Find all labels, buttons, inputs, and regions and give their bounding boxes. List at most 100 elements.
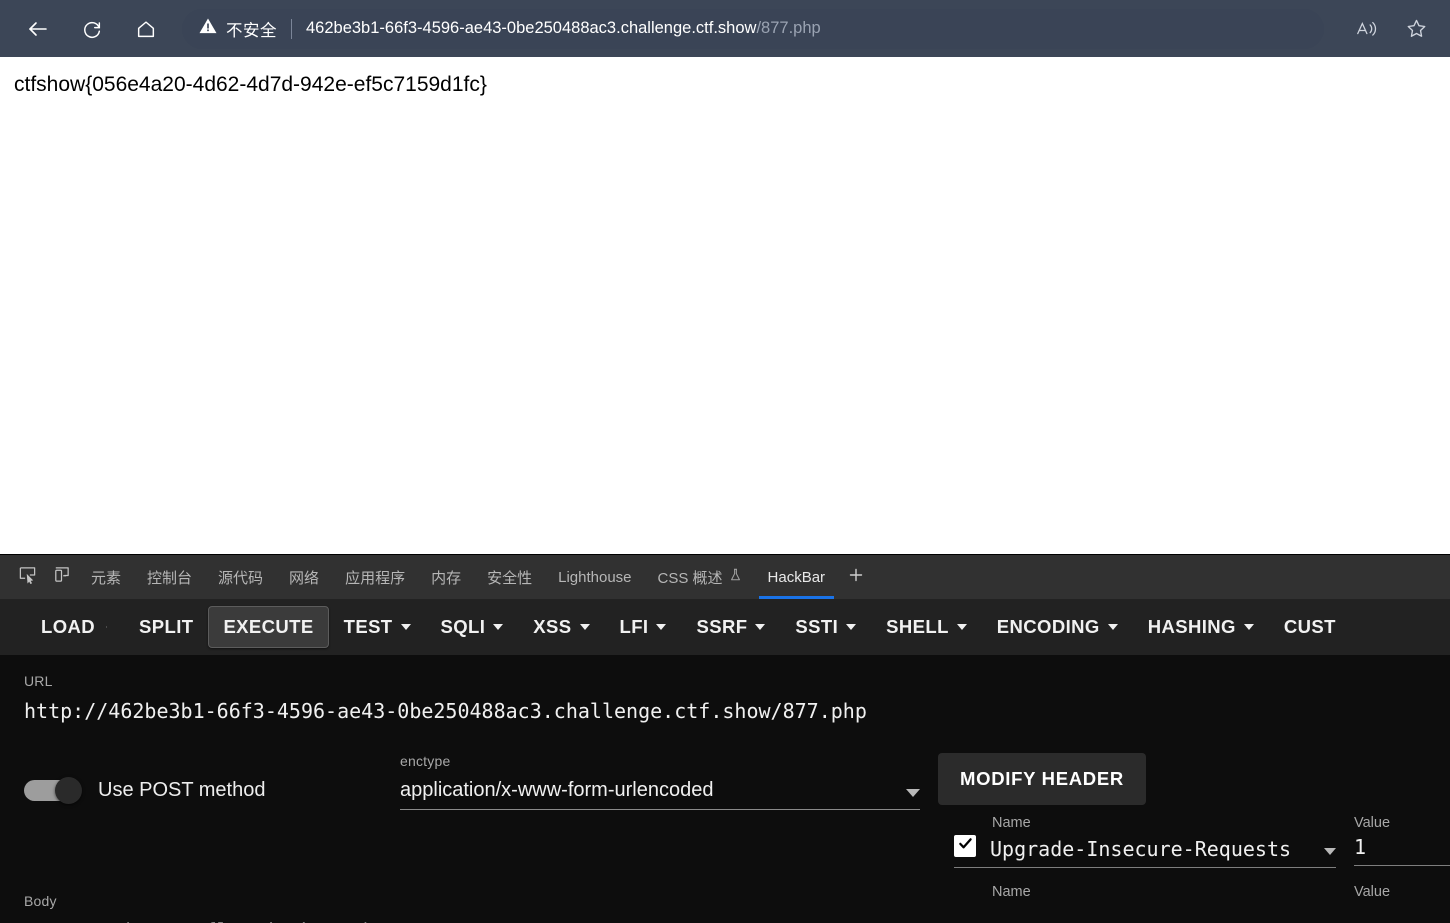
header-row: Upgrade-Insecure-Requests bbox=[954, 835, 1336, 868]
enctype-group: enctype application/x-www-form-urlencode… bbox=[400, 753, 920, 810]
address-divider bbox=[291, 18, 292, 39]
url-field-label: URL bbox=[24, 673, 53, 689]
chevron-down-icon bbox=[1107, 624, 1118, 630]
request-options-row: Use POST method enctype application/x-ww… bbox=[0, 753, 1450, 900]
tab-label: Lighthouse bbox=[558, 568, 632, 586]
security-status[interactable]: 不安全 bbox=[198, 16, 277, 41]
hackbar-shell-button[interactable]: SHELL bbox=[871, 606, 982, 648]
url-text[interactable]: 462be3b1-66f3-4596-ae43-0be250488ac3.cha… bbox=[306, 19, 821, 38]
tab-security[interactable]: 安全性 bbox=[474, 555, 545, 599]
warning-triangle-icon bbox=[198, 16, 218, 41]
button-label: SSRF bbox=[696, 616, 748, 637]
button-label: CUST bbox=[1283, 616, 1336, 637]
hackbar-lfi-button[interactable]: LFI bbox=[605, 606, 682, 648]
header-value-column-label: Value bbox=[1354, 884, 1391, 900]
headers-table: Name Upgrade-Insecure-Requests Value 1 bbox=[938, 815, 1450, 868]
hackbar-custom-button[interactable]: CUST bbox=[1269, 606, 1351, 648]
use-post-method-toggle[interactable] bbox=[24, 777, 82, 804]
chevron-down-icon bbox=[906, 789, 920, 797]
header-name-column-label: Name bbox=[992, 815, 1031, 831]
toggle-knob bbox=[55, 777, 82, 804]
header-enabled-checkbox[interactable] bbox=[954, 835, 976, 857]
reload-button[interactable] bbox=[72, 9, 112, 49]
hackbar-toolbar: LOAD SPLIT EXECUTE TEST SQLI XSS LFI SSR… bbox=[0, 599, 1450, 655]
device-toolbar-button[interactable] bbox=[44, 555, 78, 599]
enctype-label: enctype bbox=[400, 753, 451, 769]
hackbar-load-button[interactable]: LOAD bbox=[26, 606, 110, 648]
inspect-element-button[interactable] bbox=[10, 555, 44, 599]
tab-hackbar[interactable]: HackBar bbox=[755, 555, 839, 599]
chevron-down-icon[interactable] bbox=[1324, 848, 1336, 855]
add-tab-button[interactable] bbox=[838, 555, 874, 599]
tab-label: HackBar bbox=[767, 568, 826, 586]
tab-application[interactable]: 应用程序 bbox=[332, 555, 418, 599]
back-button[interactable] bbox=[18, 9, 58, 49]
button-label: EXECUTE bbox=[223, 616, 314, 637]
home-button[interactable] bbox=[126, 9, 166, 49]
body-field-group: Body 1=system('cat /flag_is_here'); bbox=[24, 893, 918, 923]
url-field-group: URL http://462be3b1-66f3-4596-ae43-0be25… bbox=[0, 673, 1450, 723]
reload-icon bbox=[81, 18, 103, 40]
hackbar-test-button[interactable]: TEST bbox=[329, 606, 426, 648]
tab-css-overview[interactable]: CSS 概述 bbox=[645, 555, 755, 599]
favorite-button[interactable] bbox=[1396, 9, 1436, 49]
tab-label: 安全性 bbox=[487, 569, 533, 587]
tab-label: 源代码 bbox=[218, 569, 264, 587]
tab-label: 内存 bbox=[431, 569, 462, 587]
header-name-column: Name Upgrade-Insecure-Requests bbox=[954, 815, 1336, 868]
body-input[interactable]: 1=system('cat /flag_is_here'); bbox=[24, 919, 918, 923]
star-icon bbox=[1405, 17, 1428, 40]
enctype-value: application/x-www-form-urlencoded bbox=[400, 779, 714, 801]
post-method-group: Use POST method bbox=[24, 753, 400, 804]
tab-label: 网络 bbox=[289, 569, 320, 587]
hackbar-sqli-button[interactable]: SQLI bbox=[426, 606, 519, 648]
hackbar-split-button[interactable]: SPLIT bbox=[124, 606, 208, 648]
hackbar-xss-button[interactable]: XSS bbox=[518, 606, 604, 648]
hackbar-hashing-button[interactable]: HASHING bbox=[1133, 606, 1269, 648]
button-label: SHELL bbox=[886, 616, 949, 637]
chevron-down-icon bbox=[846, 624, 857, 630]
modify-header-button[interactable]: MODIFY HEADER bbox=[938, 753, 1146, 805]
read-aloud-button[interactable] bbox=[1346, 9, 1386, 49]
page-viewport: ctfshow{056e4a20-4d62-4d7d-942e-ef5c7159… bbox=[0, 57, 1450, 554]
chevron-down-icon bbox=[755, 624, 766, 630]
hackbar-load-dropdown[interactable] bbox=[106, 618, 122, 636]
enctype-select[interactable]: application/x-www-form-urlencoded bbox=[400, 779, 920, 810]
hackbar-execute-button[interactable]: EXECUTE bbox=[208, 606, 329, 648]
plus-icon bbox=[847, 566, 865, 589]
body-field-label: Body bbox=[24, 893, 57, 909]
tab-console[interactable]: 控制台 bbox=[134, 555, 205, 599]
inspect-element-icon bbox=[18, 565, 37, 589]
header-value-row: 1 bbox=[1354, 835, 1450, 866]
chevron-down-icon bbox=[579, 624, 590, 630]
button-label: SPLIT bbox=[139, 616, 194, 637]
header-name-input[interactable]: Upgrade-Insecure-Requests bbox=[990, 837, 1314, 861]
tab-label: 元素 bbox=[91, 569, 122, 587]
beaker-icon bbox=[729, 568, 742, 586]
url-input[interactable]: http://462be3b1-66f3-4596-ae43-0be250488… bbox=[24, 699, 1426, 723]
tab-elements[interactable]: 元素 bbox=[78, 555, 134, 599]
header-value-column-label: Value bbox=[1354, 815, 1391, 831]
chrome-actions bbox=[1336, 9, 1436, 49]
device-toolbar-icon bbox=[52, 565, 71, 589]
browser-chrome: 不安全 462be3b1-66f3-4596-ae43-0be250488ac3… bbox=[0, 0, 1450, 57]
devtools-panel: 元素 控制台 源代码 网络 应用程序 内存 安全性 Lighthouse CSS… bbox=[0, 554, 1450, 923]
tab-sources[interactable]: 源代码 bbox=[205, 555, 276, 599]
button-label: ENCODING bbox=[996, 616, 1100, 637]
read-aloud-icon bbox=[1354, 18, 1378, 40]
header-name-column-label: Name bbox=[992, 884, 1031, 900]
button-label: SQLI bbox=[440, 616, 486, 637]
tab-lighthouse[interactable]: Lighthouse bbox=[545, 555, 644, 599]
hackbar-ssrf-button[interactable]: SSRF bbox=[681, 606, 780, 648]
hackbar-ssti-button[interactable]: SSTI bbox=[780, 606, 871, 648]
tab-network[interactable]: 网络 bbox=[276, 555, 332, 599]
tab-label: 控制台 bbox=[147, 569, 193, 587]
hackbar-panel: URL http://462be3b1-66f3-4596-ae43-0be25… bbox=[0, 655, 1450, 923]
header-value-input[interactable]: 1 bbox=[1354, 835, 1366, 859]
tab-label: 应用程序 bbox=[345, 569, 406, 587]
hackbar-encoding-button[interactable]: ENCODING bbox=[982, 606, 1133, 648]
button-label: XSS bbox=[533, 616, 572, 637]
tab-memory[interactable]: 内存 bbox=[418, 555, 474, 599]
button-label: LFI bbox=[619, 616, 649, 637]
address-bar[interactable]: 不安全 462be3b1-66f3-4596-ae43-0be250488ac3… bbox=[182, 8, 1324, 49]
